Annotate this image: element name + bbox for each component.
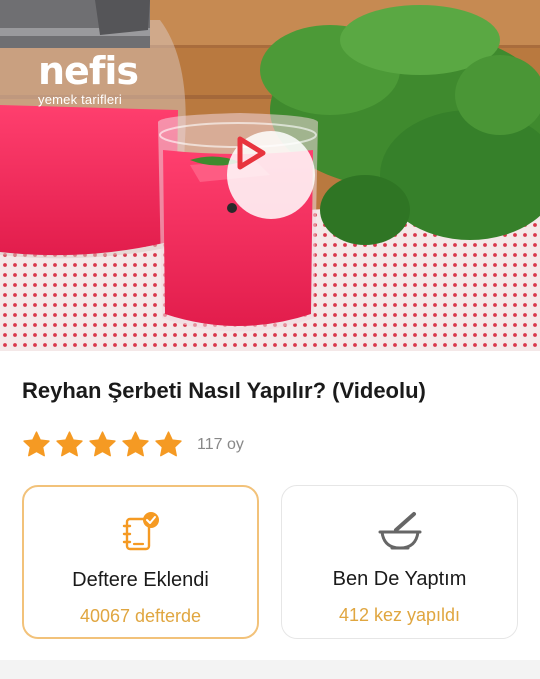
- section-divider: [0, 660, 540, 679]
- made-it-label: Ben De Yaptım: [332, 568, 467, 590]
- vote-count: 117 oy: [197, 435, 244, 453]
- add-to-notebook-button[interactable]: Deftere Eklendi 40067 defterde: [22, 485, 259, 639]
- logo-wordmark: nefis: [38, 49, 139, 93]
- recipe-hero-image[interactable]: nefis yemek tarifleri: [0, 0, 540, 351]
- mortar-pestle-icon: [376, 510, 424, 554]
- play-video-button[interactable]: [227, 131, 315, 219]
- made-it-count: 412 kez yapıldı: [338, 605, 461, 625]
- star-icon: [89, 431, 116, 457]
- rating-stars: [22, 430, 183, 459]
- notebook-count: 40067 defterde: [79, 606, 202, 626]
- star-icon: [56, 431, 83, 457]
- star-icon: [155, 431, 182, 457]
- notebook-added-icon: [121, 511, 161, 555]
- recipe-title: Reyhan Şerbeti Nasıl Yapılır? (Videolu): [22, 378, 426, 403]
- notebook-label: Deftere Eklendi: [72, 569, 209, 591]
- recipe-rating[interactable]: 117 oy: [22, 430, 244, 459]
- play-icon: [237, 136, 266, 170]
- logo-tagline: yemek tarifleri: [38, 92, 122, 107]
- star-icon: [122, 431, 149, 457]
- star-icon: [23, 431, 50, 457]
- made-it-button[interactable]: Ben De Yaptım 412 kez yapıldı: [281, 485, 518, 639]
- brand-logo[interactable]: nefis yemek tarifleri: [38, 49, 139, 107]
